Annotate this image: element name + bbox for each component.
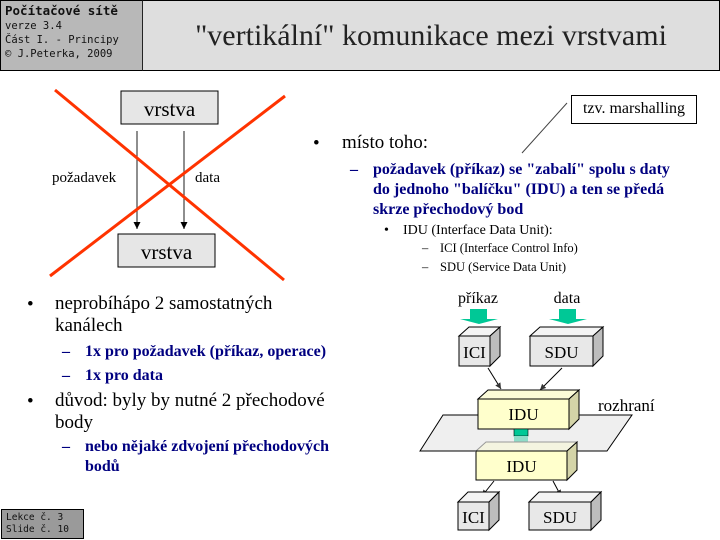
sdu-definition: SDU (Service Data Unit)	[440, 260, 567, 274]
instead-bullet: místo toho:	[342, 132, 429, 153]
dash-marker: –	[62, 438, 70, 455]
command-label: příkaz	[458, 290, 498, 307]
dash-marker: –	[422, 260, 429, 274]
dash-marker: –	[422, 241, 429, 255]
interface-label: rozhraní	[598, 396, 655, 415]
dash-marker: –	[62, 367, 70, 384]
sdu-to-idu-arrow	[539, 367, 563, 391]
bullet-dot: •	[313, 133, 320, 154]
request-label: požadavek	[52, 170, 117, 186]
command-down-arrow-icon	[460, 309, 498, 324]
ici-definition: ICI (Interface Control Info)	[440, 241, 578, 255]
dash-marker: –	[62, 343, 70, 360]
data-down-arrow-icon	[549, 309, 587, 324]
ici-top-label: ICI	[463, 343, 486, 362]
sdu-top-box: SDU	[528, 325, 605, 368]
top-layer-label: vrstva	[144, 97, 196, 121]
request-channel-item: 1x pro požadavek (příkaz, operace)	[85, 343, 327, 360]
two-channels-bullet: neprobíhápo 2 samostatných kanálech	[55, 293, 273, 336]
idu-bottom-box: IDU	[474, 440, 579, 482]
duplication-item: nebo nějaké zdvojení přechodových bodů	[85, 438, 329, 475]
ici-top-box: ICI	[457, 325, 502, 368]
bottom-layer-label: vrstva	[141, 240, 193, 264]
dash-marker: –	[350, 161, 358, 178]
slide-footer: Lekce č. 3 Slide č. 10	[1, 509, 84, 539]
data-input-label: data	[554, 290, 581, 307]
callout-leader-line	[521, 102, 568, 154]
bullet-dot: •	[27, 294, 34, 315]
marshalling-callout: tzv. marshalling	[571, 95, 697, 124]
ici-to-idu-arrow	[487, 367, 502, 390]
sdu-bottom-label: SDU	[543, 508, 577, 527]
idu-top-label: IDU	[508, 405, 538, 424]
marshalling-callout-text: tzv. marshalling	[582, 100, 686, 117]
sdu-top-label: SDU	[544, 343, 578, 362]
idu-bottom-label: IDU	[506, 457, 536, 476]
data-label: data	[195, 170, 220, 186]
slide-number: Slide č. 10	[6, 524, 69, 535]
crossed-layers-diagram: vrstva vrstva požadavek data	[49, 88, 286, 282]
lesson-number: Lekce č. 3	[6, 512, 64, 523]
packaging-explanation: požadavek (příkaz) se "zabalí" spolu s d…	[373, 161, 670, 218]
ici-bottom-label: ICI	[462, 508, 485, 527]
bullet-dot: •	[27, 391, 34, 412]
idu-top-box: IDU	[476, 388, 581, 431]
reason-bullet: důvod: byly by nutné 2 přechodové body	[55, 390, 325, 433]
data-channel-item: 1x pro data	[85, 367, 163, 384]
bullet-dot: •	[384, 223, 389, 238]
idu-diagram: příkaz data ICI SDU rozhraní IDU IDU ICI…	[419, 290, 655, 532]
ici-bottom-box: ICI	[456, 490, 501, 532]
idu-definition: IDU (Interface Data Unit):	[403, 223, 553, 238]
sdu-bottom-box: SDU	[527, 490, 603, 532]
